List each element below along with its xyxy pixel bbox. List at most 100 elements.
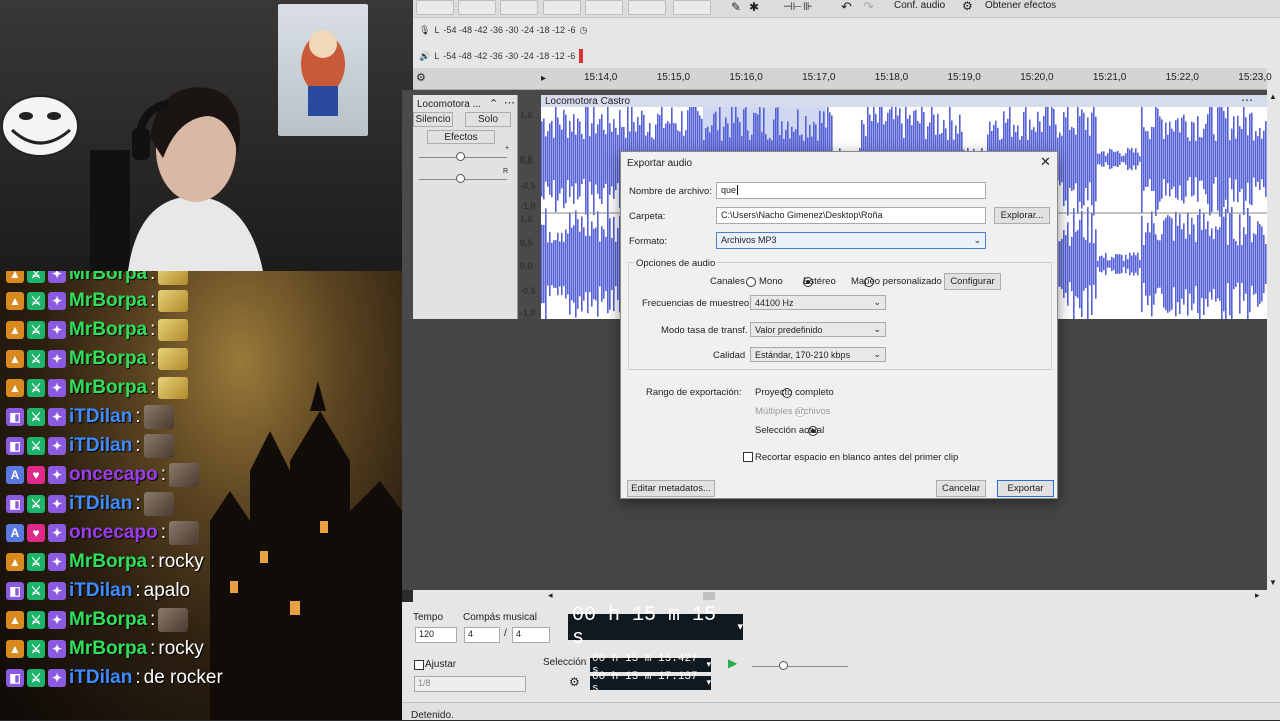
close-icon[interactable]: ✕ bbox=[1040, 154, 1051, 170]
play-head-icon[interactable]: ▸ bbox=[541, 73, 546, 84]
mute-button[interactable]: Silencio bbox=[413, 112, 453, 127]
export-button[interactable]: Exportar bbox=[997, 480, 1054, 497]
clip-name[interactable]: Locomotora Castro bbox=[545, 96, 630, 107]
browse-button[interactable]: Explorar... bbox=[994, 207, 1050, 224]
chat-username[interactable]: iTDilan bbox=[69, 667, 132, 689]
trim-checkbox[interactable] bbox=[743, 452, 753, 462]
get-effects-button[interactable]: Obtener efectos bbox=[985, 0, 1056, 11]
speed-slider-handle[interactable] bbox=[779, 661, 788, 670]
gain-slider-handle[interactable] bbox=[456, 152, 465, 161]
multi-tool-icon[interactable]: ✱ bbox=[749, 0, 759, 14]
configure-button[interactable]: Configurar bbox=[944, 273, 1001, 290]
recording-meter[interactable]: 🎙 L -54 -48 -42 -36 -30 -24 -18 -12 -6 ◷ bbox=[419, 22, 587, 38]
time-signature-numerator[interactable]: 4 bbox=[464, 627, 500, 643]
chat-message: ◧ ⚔ ✦ iTDilan: bbox=[6, 433, 174, 459]
audio-setup-button[interactable]: Conf. audio bbox=[894, 0, 945, 11]
waveform-sample bbox=[1079, 116, 1081, 202]
collapse-icon[interactable]: ⌃ bbox=[489, 97, 498, 110]
vertical-scrollbar[interactable]: ▲ ▼ bbox=[1267, 90, 1280, 590]
selection-settings-icon[interactable]: ⚙ bbox=[569, 675, 580, 689]
chat-username[interactable]: iTDilan bbox=[69, 406, 132, 428]
ruler-tick-label: 15:16,0 bbox=[729, 72, 763, 83]
chat-username[interactable]: MrBorpa bbox=[69, 290, 147, 312]
dropdown-icon[interactable]: ▾ bbox=[706, 660, 711, 670]
cancel-button[interactable]: Cancelar bbox=[936, 480, 986, 497]
chat-username[interactable]: MrBorpa bbox=[69, 609, 147, 631]
scroll-left-icon[interactable]: ◂ bbox=[548, 590, 553, 601]
time-signature-denominator[interactable]: 4 bbox=[512, 627, 550, 643]
chat-username[interactable]: MrBorpa bbox=[69, 319, 147, 341]
scroll-thumb[interactable] bbox=[703, 592, 715, 600]
waveform-sample bbox=[1195, 242, 1197, 286]
sample-rate-select[interactable]: 44100 Hz ⌄ bbox=[750, 295, 886, 310]
toolbar-button[interactable] bbox=[543, 0, 581, 15]
time-display[interactable]: 00 h 15 m 15 s ▾ bbox=[568, 604, 743, 650]
silence-icon[interactable]: ⊪ bbox=[803, 0, 813, 13]
webcam-overlay bbox=[0, 0, 413, 271]
timeline-ruler[interactable]: ⚙ ▸ 15:14,0 15:15,0 15:16,0 15:17,0 15:18,0 1… bbox=[413, 68, 1272, 90]
chat-username[interactable]: MrBorpa bbox=[69, 551, 147, 573]
snap-select[interactable]: 1/8 bbox=[414, 676, 526, 692]
filename-input[interactable]: que bbox=[716, 182, 986, 199]
scroll-down-icon[interactable]: ▼ bbox=[1269, 578, 1277, 587]
horizontal-scrollbar[interactable]: ◂ ▸ bbox=[545, 590, 1267, 602]
waveform-sample bbox=[1155, 234, 1157, 294]
toolbar-button[interactable] bbox=[673, 0, 711, 15]
waveform-sample bbox=[579, 231, 581, 297]
waveform-sample bbox=[1101, 151, 1103, 167]
chat-username[interactable]: oncecapo bbox=[69, 522, 158, 544]
chat-username[interactable]: iTDilan bbox=[69, 580, 132, 602]
effects-button[interactable]: Efectos bbox=[427, 130, 495, 144]
toolbar-button[interactable] bbox=[500, 0, 538, 15]
settings-gear-icon[interactable]: ⚙ bbox=[416, 71, 426, 84]
chat-username[interactable]: MrBorpa bbox=[69, 377, 147, 399]
twitch-badge-icon: ✦ bbox=[48, 582, 66, 600]
trim-icon[interactable]: ⊣⊢ bbox=[783, 0, 802, 13]
playback-meter[interactable]: 🔊 L -54 -48 -42 -36 -30 -24 -18 -12 -6 bbox=[419, 48, 584, 64]
draw-tool-icon[interactable]: ✎ bbox=[731, 0, 741, 14]
edit-metadata-button[interactable]: Editar metadatos... bbox=[627, 480, 715, 497]
scroll-right-icon[interactable]: ▸ bbox=[1255, 590, 1260, 601]
waveform-sample bbox=[549, 123, 551, 195]
clip-title-bar[interactable] bbox=[541, 95, 1267, 107]
pan-slider-handle[interactable] bbox=[456, 174, 465, 183]
selection-end[interactable]: 00 h 15 m 17.137 s ▾ bbox=[590, 671, 711, 695]
chat-username[interactable]: MrBorpa bbox=[69, 638, 147, 660]
sample-rate-label: Frecuencias de muestreo bbox=[642, 298, 750, 309]
track-menu-icon[interactable]: ⋯ bbox=[504, 96, 515, 109]
tempo-input[interactable]: 120 bbox=[415, 627, 457, 643]
track-name-dropdown[interactable]: Locomotora ... bbox=[417, 99, 481, 110]
streamer bbox=[118, 78, 268, 271]
scroll-up-icon[interactable]: ▲ bbox=[1269, 92, 1277, 101]
chat-username[interactable]: MrBorpa bbox=[69, 348, 147, 370]
selection-start[interactable]: 00 h 15 m 15.427 s ▾ bbox=[590, 653, 711, 677]
dropdown-icon[interactable]: ▾ bbox=[706, 678, 711, 688]
toolbar-button[interactable] bbox=[585, 0, 623, 15]
waveform-sample bbox=[1145, 232, 1147, 296]
toolbar-button[interactable] bbox=[416, 0, 454, 15]
undo-icon[interactable]: ↶ bbox=[841, 0, 852, 15]
waveform-sample bbox=[561, 232, 563, 296]
sub-badge-icon: ◧ bbox=[6, 495, 24, 513]
chat-username[interactable]: MrBorpa bbox=[69, 271, 147, 285]
chat-username[interactable]: oncecapo bbox=[69, 464, 158, 486]
chat-username[interactable]: iTDilan bbox=[69, 435, 132, 457]
bitrate-mode-select[interactable]: Valor predefinido ⌄ bbox=[750, 322, 886, 337]
chat-username[interactable]: iTDilan bbox=[69, 493, 132, 515]
quality-select[interactable]: Estándar, 170-210 kbps ⌄ bbox=[750, 347, 886, 362]
play-at-speed-icon[interactable]: ▶ bbox=[728, 656, 737, 670]
format-select[interactable]: Archivos MP3 ⌄ bbox=[716, 232, 986, 249]
solo-button[interactable]: Solo bbox=[465, 112, 511, 127]
folder-input[interactable]: C:\Users\Nacho Gimenez\Desktop\Roña bbox=[716, 207, 986, 224]
waveform-sample bbox=[1079, 219, 1081, 309]
clip-menu-icon[interactable]: ⋯ bbox=[1241, 93, 1253, 107]
snap-checkbox[interactable] bbox=[414, 660, 424, 670]
redo-icon[interactable]: ↷ bbox=[863, 0, 874, 15]
waveform-sample bbox=[1159, 116, 1161, 202]
toolbar-button[interactable] bbox=[628, 0, 666, 15]
trim-label: Recortar espacio en blanco antes del pri… bbox=[755, 452, 959, 463]
waveform-sample bbox=[1191, 121, 1193, 197]
dropdown-icon[interactable]: ▾ bbox=[737, 620, 743, 634]
waveform-sample bbox=[1233, 238, 1235, 290]
toolbar-button[interactable] bbox=[458, 0, 496, 15]
